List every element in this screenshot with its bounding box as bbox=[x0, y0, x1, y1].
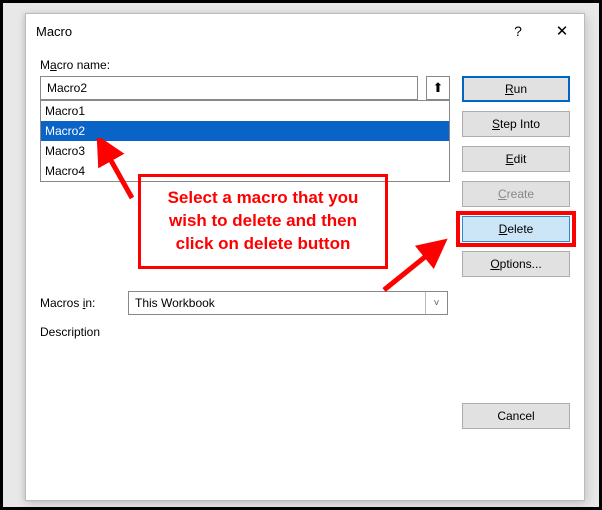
dialog-body: Macro name: ⬆ Macro1 Macro2 Macro3 Macro… bbox=[26, 48, 584, 443]
macro-name-input[interactable] bbox=[40, 76, 418, 100]
delete-button[interactable]: Delete bbox=[462, 216, 570, 242]
macro-name-label: Macro name: bbox=[40, 58, 570, 72]
options-button[interactable]: Options... bbox=[462, 251, 570, 277]
run-button[interactable]: Run bbox=[462, 76, 570, 102]
macro-dialog: Macro ? ✕ Macro name: ⬆ Macro1 Macro2 Ma… bbox=[25, 13, 585, 501]
list-item[interactable]: Macro2 bbox=[41, 121, 449, 141]
description-label: Description bbox=[40, 325, 570, 339]
macros-in-value: This Workbook bbox=[135, 296, 215, 310]
list-item[interactable]: Macro3 bbox=[41, 141, 449, 161]
outer-frame: Macro ? ✕ Macro name: ⬆ Macro1 Macro2 Ma… bbox=[0, 0, 602, 510]
macros-in-select[interactable]: This Workbook ˅ bbox=[128, 291, 448, 315]
macros-in-label: Macros in: bbox=[40, 296, 116, 310]
edit-button[interactable]: Edit bbox=[462, 146, 570, 172]
titlebar: Macro ? ✕ bbox=[26, 14, 584, 48]
close-button[interactable]: ✕ bbox=[540, 14, 584, 48]
cancel-button[interactable]: Cancel bbox=[462, 403, 570, 429]
goto-macro-button[interactable]: ⬆ bbox=[426, 76, 450, 100]
chevron-down-icon: ˅ bbox=[425, 292, 447, 314]
list-item[interactable]: Macro1 bbox=[41, 101, 449, 121]
create-button: Create bbox=[462, 181, 570, 207]
dialog-title: Macro bbox=[36, 24, 496, 39]
side-buttons: Run Step Into Edit Create Delete Options… bbox=[462, 76, 570, 277]
macro-list[interactable]: Macro1 Macro2 Macro3 Macro4 bbox=[40, 100, 450, 182]
up-icon: ⬆ bbox=[433, 80, 444, 96]
annotation-text: Select a macro that you wish to delete a… bbox=[138, 174, 388, 269]
help-button[interactable]: ? bbox=[496, 14, 540, 48]
step-into-button[interactable]: Step Into bbox=[462, 111, 570, 137]
